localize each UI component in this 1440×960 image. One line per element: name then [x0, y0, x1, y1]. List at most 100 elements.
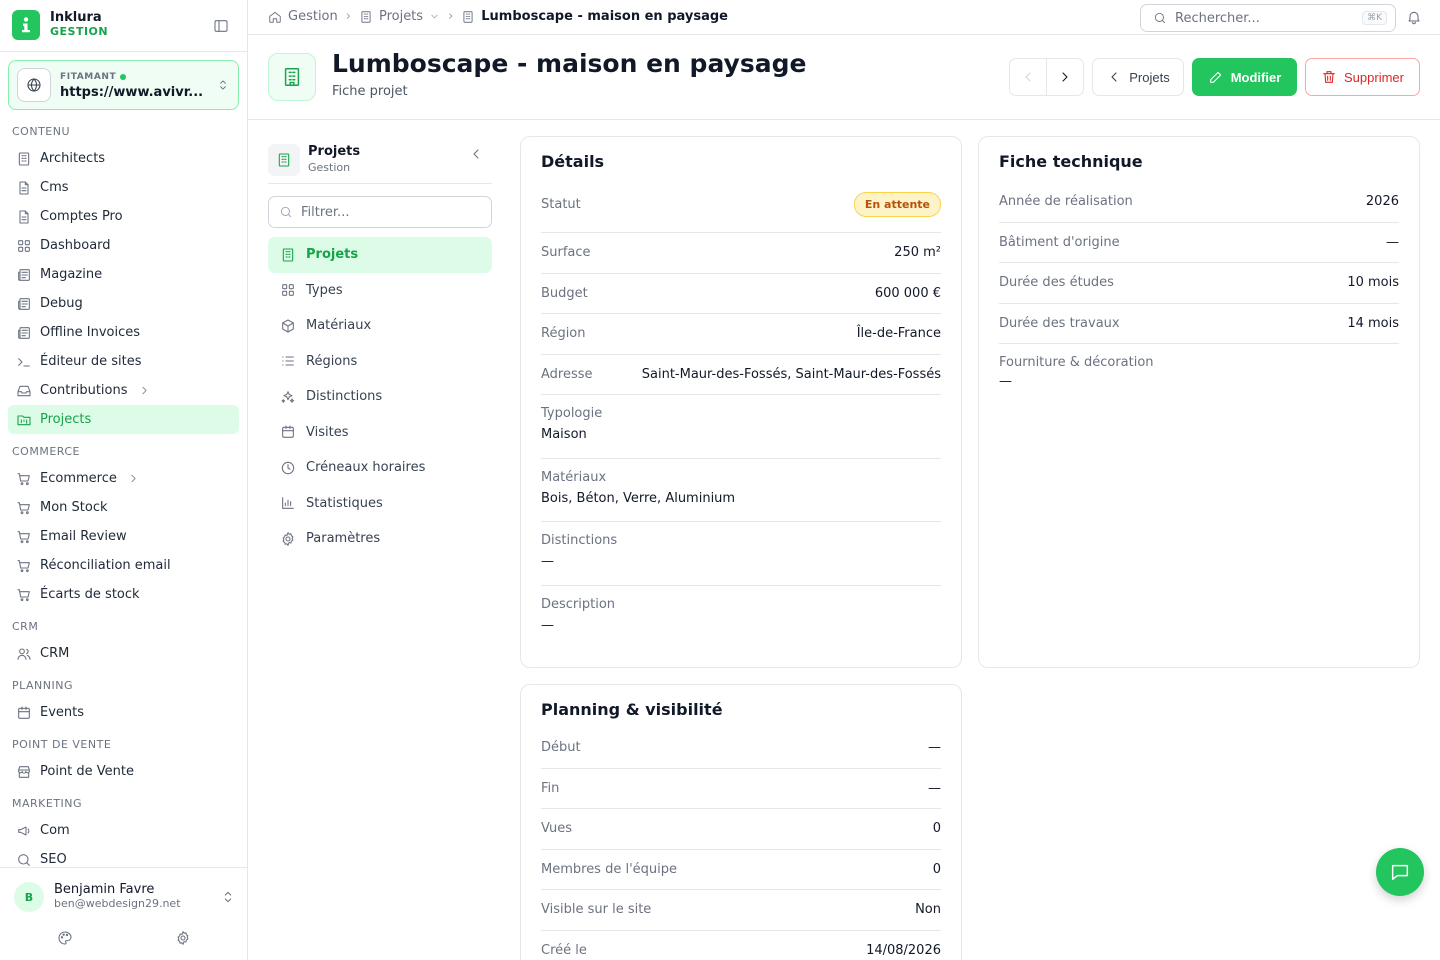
search-input[interactable] — [1175, 10, 1355, 26]
calendar-icon — [16, 705, 32, 721]
cart-icon — [16, 558, 32, 574]
section-item-statistiques[interactable]: Statistiques — [268, 486, 492, 522]
sidebar-toggle-icon[interactable] — [212, 17, 230, 35]
search-box[interactable]: ⌘K — [1140, 4, 1396, 32]
detail-label: Fourniture & décoration — [999, 355, 1154, 370]
detail-block-typologie: Typologie Maison — [541, 395, 941, 459]
sidebar-item-offline-invoices[interactable]: Offline Invoices — [8, 318, 239, 347]
delete-button[interactable]: Supprimer — [1305, 58, 1420, 96]
sidebar-item-cms[interactable]: Cms — [8, 173, 239, 202]
building-icon — [16, 151, 32, 167]
filter-box[interactable] — [268, 196, 492, 228]
page-title: Lumboscape - maison en paysage — [332, 49, 807, 78]
chevron-down-icon[interactable] — [429, 11, 440, 22]
back-to-projects-button[interactable]: Projets — [1092, 58, 1184, 96]
sidebar-item-ecommerce[interactable]: Ecommerce — [8, 464, 239, 493]
top-bar: Gestion › Projets › Lumboscape - maison … — [248, 0, 1440, 35]
detail-value: — — [541, 617, 554, 633]
sidebar-item-label: Écarts de stock — [40, 587, 140, 602]
bar-chart-icon — [280, 495, 296, 511]
chevron-right-icon — [127, 472, 140, 485]
sidebar-item-contributions[interactable]: Contributions — [8, 376, 239, 405]
detail-label: Région — [541, 326, 586, 342]
sidebar-item-comptes-pro[interactable]: Comptes Pro — [8, 202, 239, 231]
section-item-visites[interactable]: Visites — [268, 415, 492, 451]
sidebar-item-com[interactable]: Com — [8, 816, 239, 845]
detail-value: Non — [915, 902, 941, 918]
nav-group-title: MARKETING — [12, 797, 83, 810]
section-item-types[interactable]: Types — [268, 273, 492, 309]
chevron-right-icon: › — [345, 9, 351, 24]
detail-row-debut: Début — — [541, 728, 941, 769]
breadcrumb-home[interactable]: Gestion — [268, 9, 338, 24]
brand[interactable]: Inklura GESTION — [12, 10, 108, 40]
filter-input[interactable] — [301, 204, 471, 220]
sidebar-item-label: Email Review — [40, 529, 127, 544]
breadcrumb-current-label: Lumboscape - maison en paysage — [481, 9, 728, 24]
section-item-projets[interactable]: Projets — [268, 237, 492, 273]
workspace-label: FITAMANT — [60, 72, 117, 82]
workspace-switcher[interactable]: FITAMANT https://www.avivr... — [8, 60, 239, 110]
terminal-icon — [16, 354, 32, 370]
detail-row-vues: Vues 0 — [541, 809, 941, 850]
section-item-label: Paramètres — [306, 531, 381, 547]
section-item-parametres[interactable]: Paramètres — [268, 521, 492, 557]
sidebar-item-debug[interactable]: Debug — [8, 289, 239, 318]
home-icon — [268, 10, 282, 24]
sidebar-item-magazine[interactable]: Magazine — [8, 260, 239, 289]
settings-icon[interactable] — [175, 930, 191, 946]
detail-row-adresse: Adresse Saint-Maur-des-Fossés, Saint-Maur… — [541, 355, 941, 395]
card-title: Détails — [541, 152, 605, 171]
sidebar-item-point-de-vente[interactable]: Point de Vente — [8, 757, 239, 786]
chevron-right-icon — [138, 384, 151, 397]
sidebar-item-email-review[interactable]: Email Review — [8, 522, 239, 551]
sidebar-item-ecarts-de-stock[interactable]: Écarts de stock — [8, 580, 239, 609]
section-item-label: Statistiques — [306, 495, 383, 511]
nav-group-title: CONTENU — [12, 125, 71, 138]
sidebar-item-events[interactable]: Events — [8, 698, 239, 727]
search-icon — [279, 205, 293, 219]
detail-label: Durée des études — [999, 275, 1114, 291]
bell-icon[interactable] — [1406, 9, 1422, 25]
page-header: Lumboscape - maison en paysage Fiche pro… — [248, 35, 1440, 120]
status-badge: En attente — [853, 191, 941, 217]
nav-group-title: POINT DE VENTE — [12, 738, 112, 751]
section-item-regions[interactable]: Régions — [268, 344, 492, 380]
online-dot — [120, 74, 127, 80]
previous-record-button[interactable] — [1010, 59, 1047, 95]
sidebar-item-mon-stock[interactable]: Mon Stock — [8, 493, 239, 522]
palette-icon[interactable] — [57, 930, 73, 946]
next-record-button[interactable] — [1047, 59, 1083, 95]
detail-label: Durée des travaux — [999, 315, 1120, 331]
detail-block-distinctions: Distinctions — — [541, 522, 941, 586]
chevron-left-icon[interactable] — [468, 146, 484, 162]
user-menu[interactable]: B Benjamin Favre ben@webdesign29.net — [14, 882, 236, 912]
cart-icon — [16, 587, 32, 603]
logo-icon — [12, 10, 40, 40]
sidebar-item-projects[interactable]: Projects — [8, 405, 239, 434]
section-item-materiaux[interactable]: Matériaux — [268, 308, 492, 344]
sidebar-item-crm[interactable]: CRM — [8, 639, 239, 668]
section-item-distinctions[interactable]: Distinctions — [268, 379, 492, 415]
technical-sheet-card: Fiche technique Année de réalisation 2026… — [978, 136, 1420, 668]
message-icon — [1391, 864, 1409, 881]
sidebar-item-reconciliation-email[interactable]: Réconciliation email — [8, 551, 239, 580]
section-item-label: Créneaux horaires — [306, 460, 426, 476]
detail-label: Distinctions — [541, 533, 618, 548]
sidebar-item-architects[interactable]: Architects — [8, 144, 239, 173]
section-item-label: Distinctions — [306, 389, 383, 405]
sidebar-item-label: SEO — [40, 852, 67, 867]
section-item-creneaux-horaires[interactable]: Créneaux horaires — [268, 450, 492, 486]
sidebar-item-editeur-de-sites[interactable]: Éditeur de sites — [8, 347, 239, 376]
building-icon — [268, 143, 300, 176]
detail-value: Île-de-France — [856, 326, 941, 342]
brand-subtitle: GESTION — [50, 25, 109, 38]
detail-label: Visible sur le site — [541, 902, 652, 918]
edit-button[interactable]: Modifier — [1192, 58, 1297, 96]
pencil-icon — [1209, 71, 1221, 83]
sidebar-item-seo[interactable]: SEO — [8, 845, 239, 868]
breadcrumb-parent[interactable]: Projets — [359, 9, 440, 24]
detail-row-surface: Surface 250 m² — [541, 233, 941, 274]
sidebar-item-dashboard[interactable]: Dashboard — [8, 231, 239, 260]
chat-button[interactable] — [1376, 848, 1424, 896]
